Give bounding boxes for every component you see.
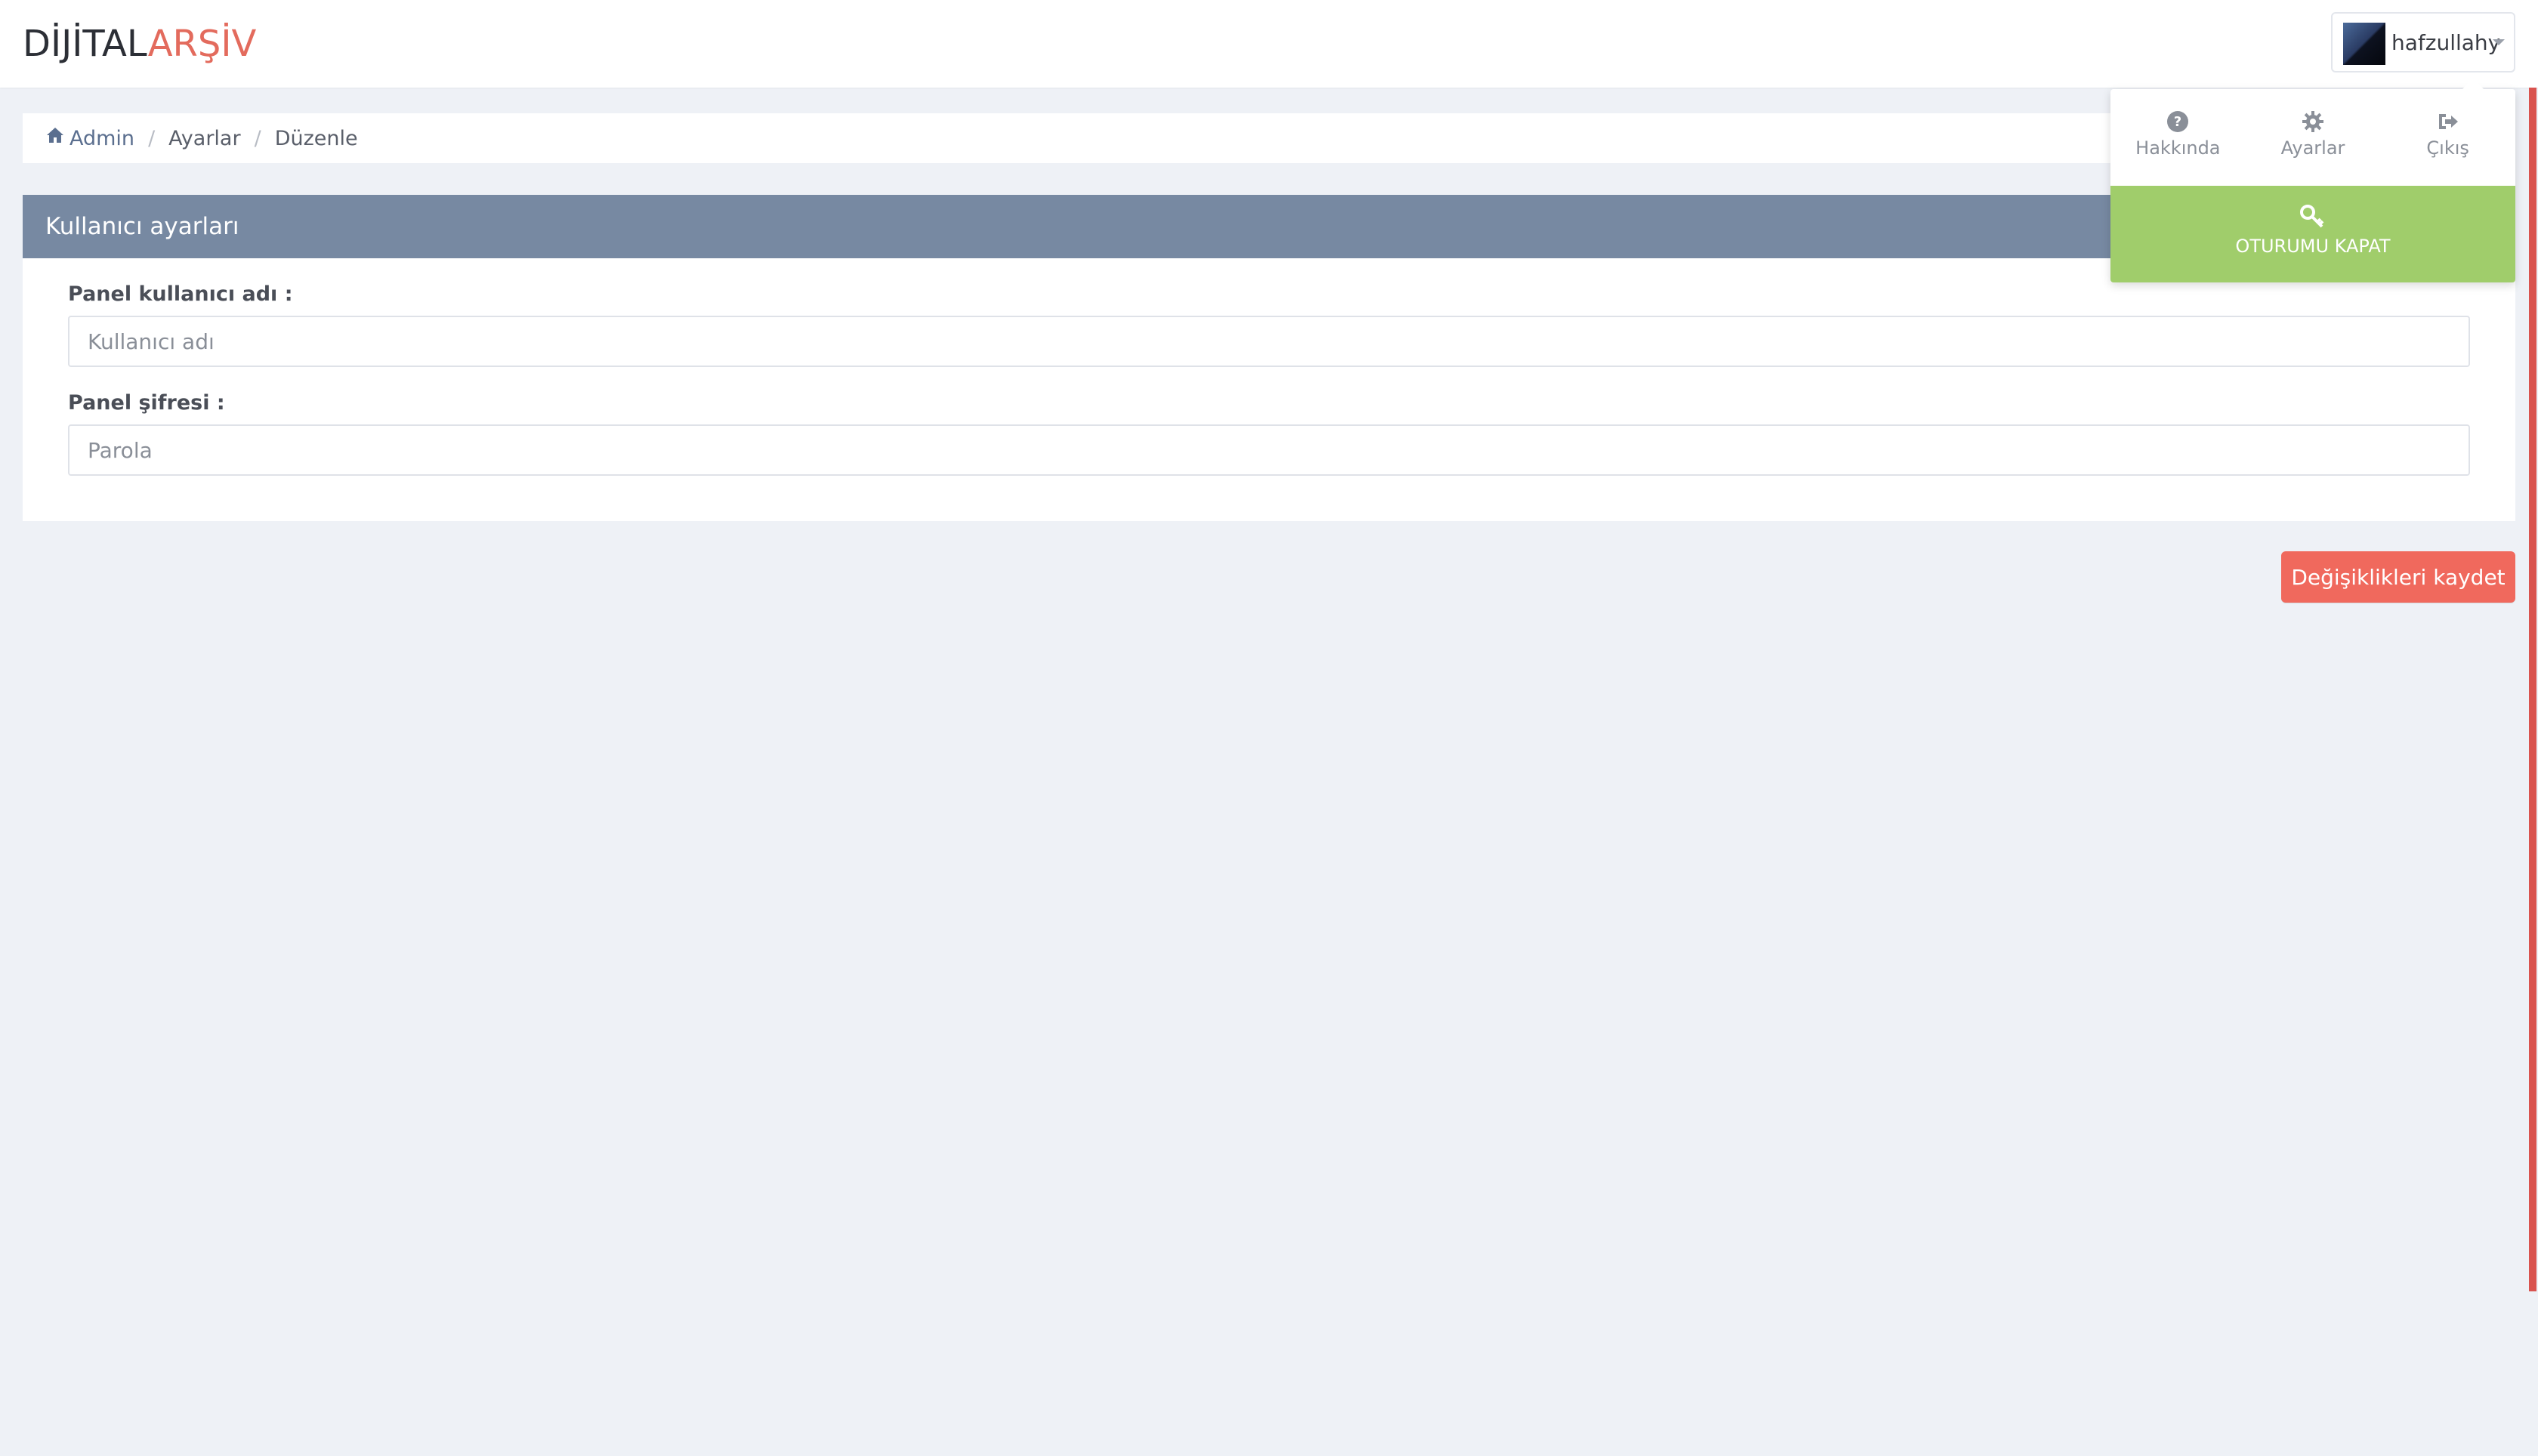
home-icon — [47, 127, 63, 143]
dropdown-item-settings-label: Ayarlar — [2280, 137, 2345, 159]
question-circle-icon: ? — [2167, 111, 2189, 132]
breadcrumb-admin-label: Admin — [69, 126, 135, 150]
logout-label: OTURUMU KAPAT — [2235, 236, 2391, 257]
avatar — [2343, 23, 2385, 65]
breadcrumb-separator: / — [254, 126, 261, 150]
dropdown-item-settings[interactable]: Ayarlar — [2246, 89, 2381, 186]
brand-part-2: ARŞİV — [147, 23, 257, 65]
dropdown-items: ? Hakkında Ayarlar Çıkış — [2110, 89, 2515, 186]
breadcrumb-settings[interactable]: Ayarlar — [168, 127, 240, 150]
user-menu-button[interactable]: hafzullahy — [2331, 12, 2515, 72]
username-field-label: Panel kullanıcı adı : — [68, 282, 293, 306]
scrollbar-accent — [2529, 88, 2536, 1291]
sign-out-icon — [2438, 114, 2458, 129]
password-input[interactable] — [68, 424, 2470, 476]
caret-down-icon — [2493, 39, 2505, 45]
dropdown-item-exit-label: Çıkış — [2426, 137, 2469, 159]
dropdown-item-about[interactable]: ? Hakkında — [2110, 89, 2246, 186]
save-changes-button[interactable]: Değişiklikleri kaydet — [2281, 551, 2515, 603]
breadcrumb-edit: Düzenle — [274, 126, 358, 150]
svg-text:?: ? — [2174, 114, 2181, 130]
logout-button[interactable]: OTURUMU KAPAT — [2110, 186, 2515, 282]
brand-logo[interactable]: DİJİTALARŞİV — [23, 21, 256, 66]
username-input[interactable] — [68, 316, 2470, 367]
top-navbar: DİJİTALARŞİV hafzullahy — [0, 0, 2538, 88]
dropdown-item-about-label: Hakkında — [2135, 137, 2221, 159]
dropdown-item-exit[interactable]: Çıkış — [2380, 89, 2515, 186]
key-icon — [2300, 205, 2324, 228]
gear-icon — [2302, 111, 2323, 132]
password-field-label: Panel şifresi : — [68, 391, 225, 415]
username-label: hafzullahy — [2391, 30, 2501, 55]
user-dropdown-menu: ? Hakkında Ayarlar Çıkış OTURUMU KAPAT — [2110, 79, 2515, 282]
brand-part-1: DİJİTAL — [23, 23, 148, 65]
breadcrumb-admin[interactable]: Admin — [45, 127, 134, 150]
breadcrumb-separator: / — [148, 126, 156, 150]
